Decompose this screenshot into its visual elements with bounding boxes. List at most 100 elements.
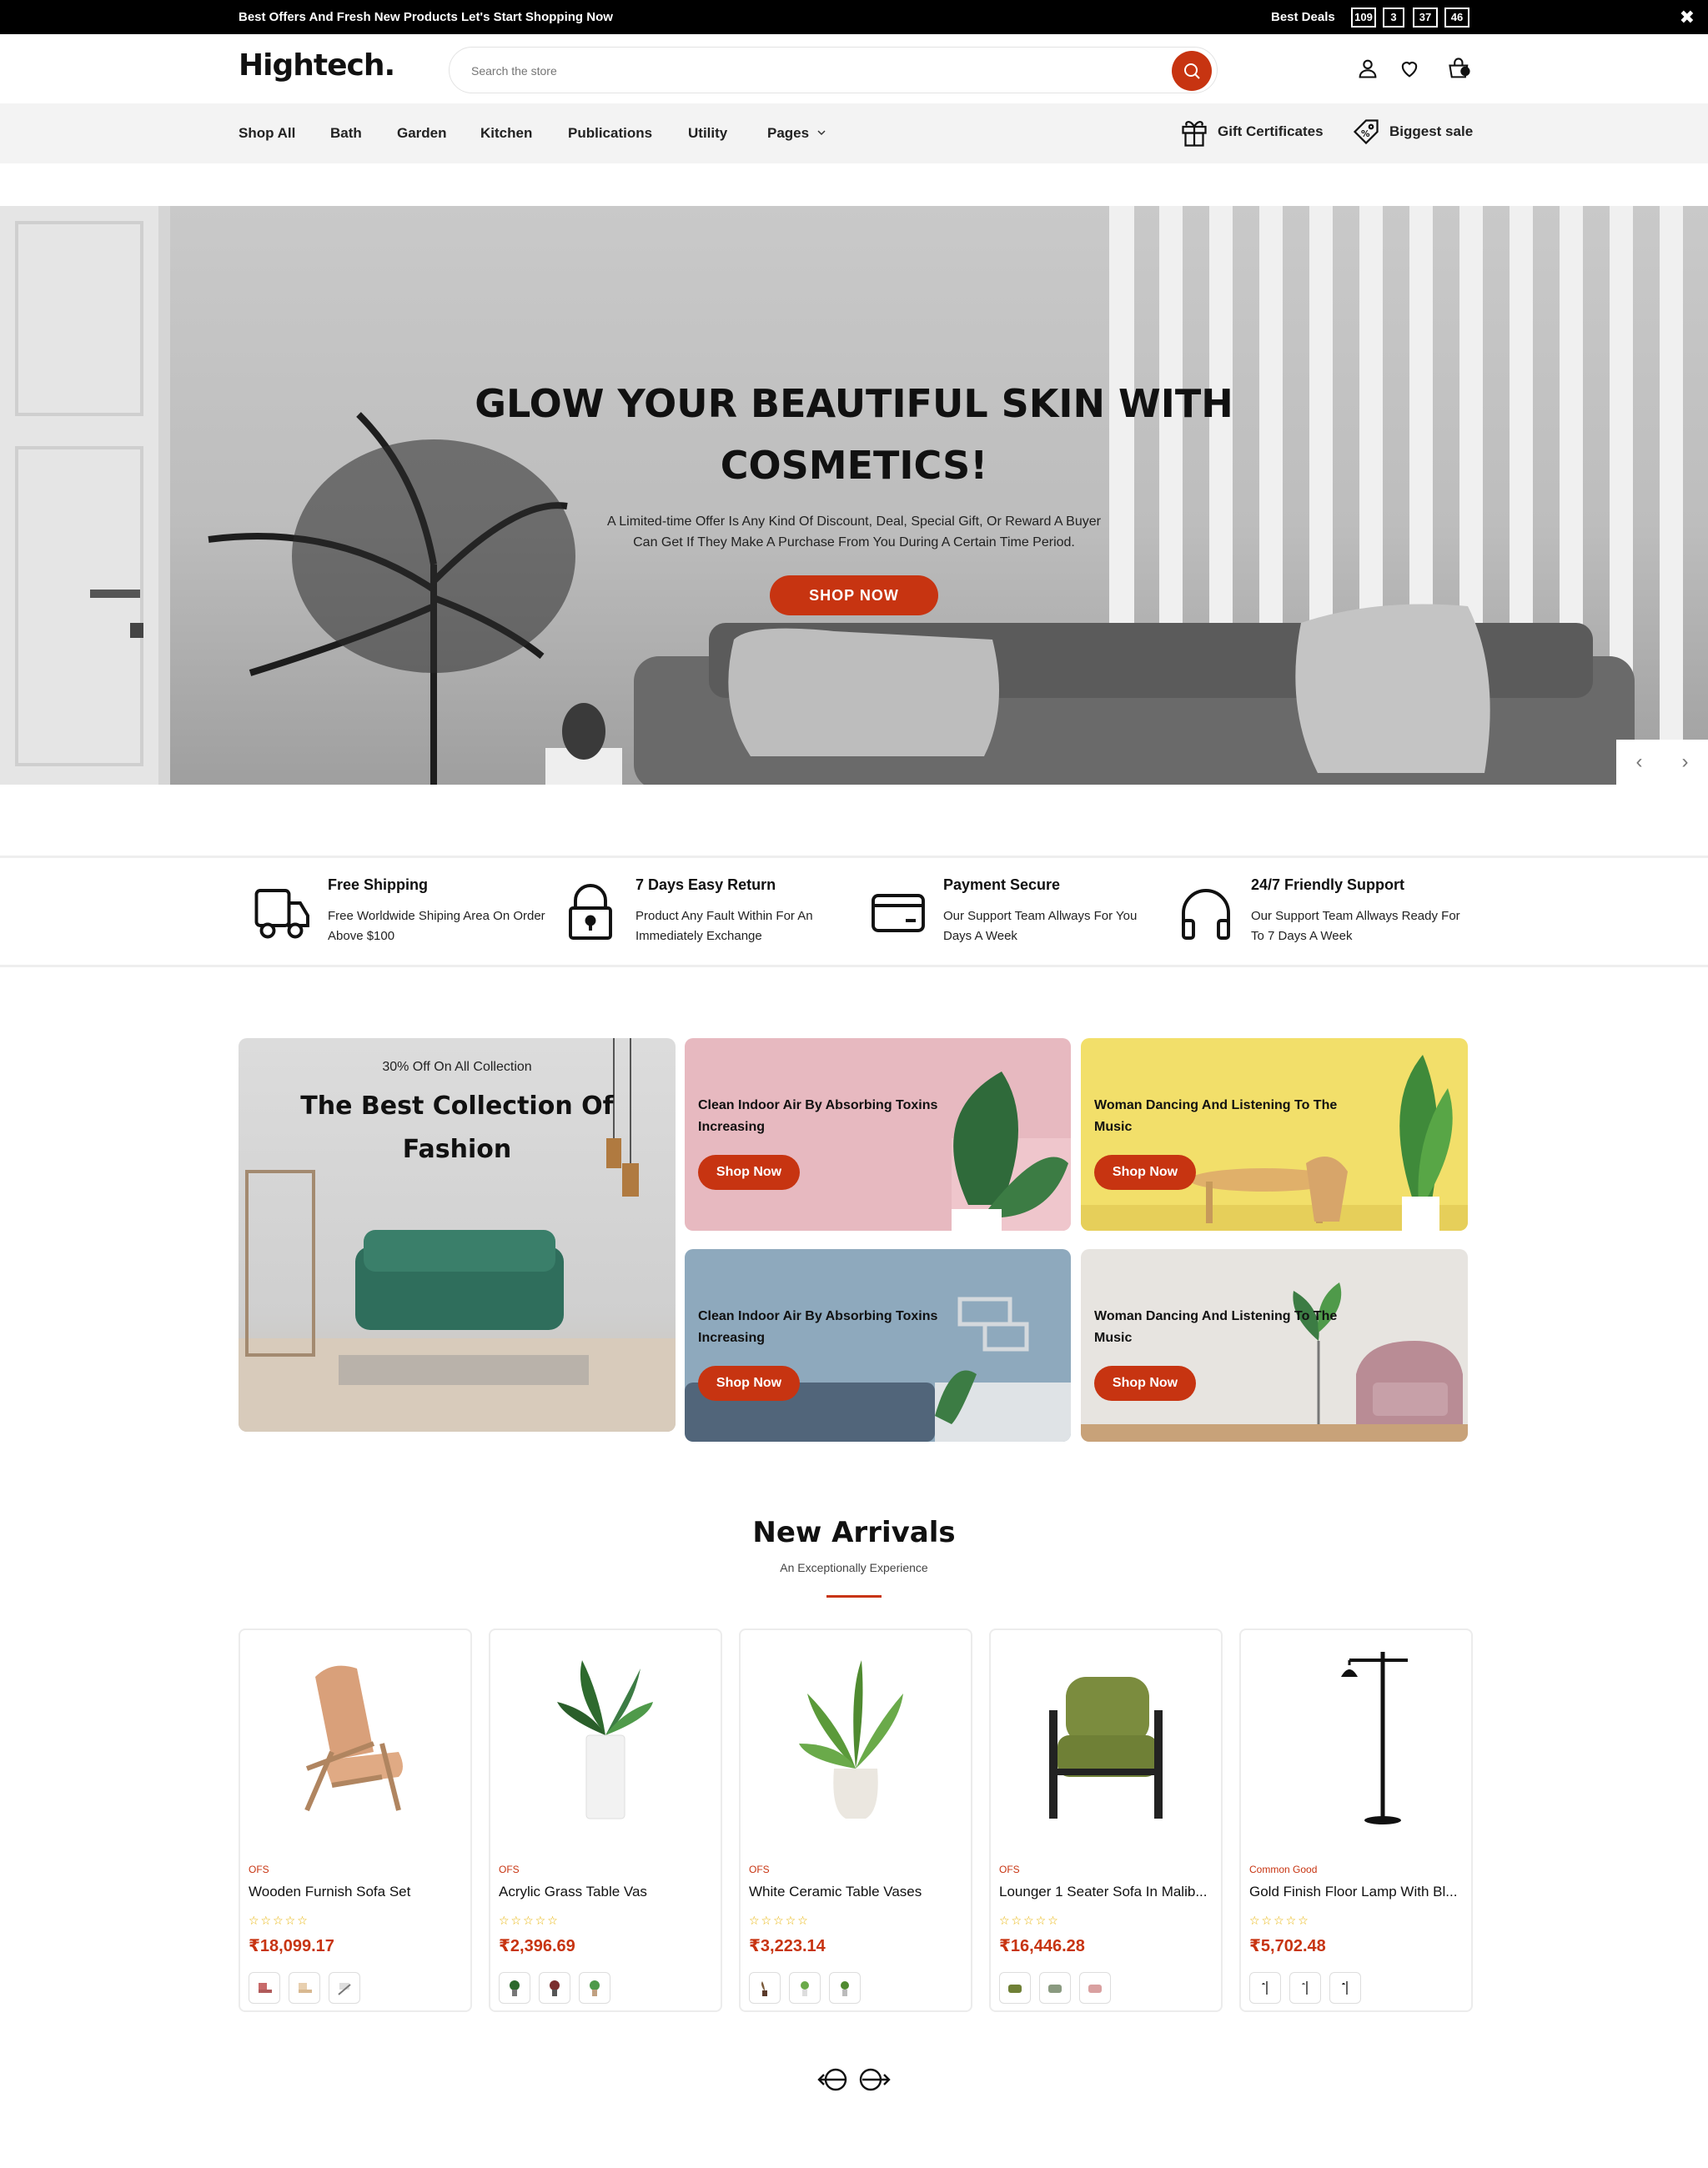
- banner-tile-1[interactable]: Clean Indoor Air By Absorbing Toxins Inc…: [685, 1038, 1071, 1231]
- arrow-left-icon[interactable]: [817, 2068, 847, 2091]
- svg-text:%: %: [1361, 129, 1370, 139]
- biggest-sale-link[interactable]: % Biggest sale: [1351, 115, 1473, 148]
- feature-description: Our Support Team Allways For You Days A …: [943, 909, 1138, 943]
- banner-kicker: 30% Off On All Collection: [382, 1060, 532, 1074]
- variant-swatch[interactable]: [999, 1972, 1031, 2004]
- product-name[interactable]: Acrylic Grass Table Vas: [499, 1884, 716, 1900]
- feature-description: Our Support Team Allways Ready For To 7 …: [1251, 909, 1460, 943]
- hero-title-line-2: COSMETICS!: [720, 443, 988, 488]
- banner-shop-now-button[interactable]: Shop Now: [1094, 1366, 1196, 1401]
- sofa-thumb-icon: [1048, 1985, 1062, 1993]
- banner-main-title-line-2: Fashion: [402, 1135, 512, 1164]
- product-name[interactable]: White Ceramic Table Vases: [749, 1884, 966, 1900]
- chevron-down-icon: [817, 130, 826, 136]
- wishlist-icon[interactable]: [1396, 55, 1423, 82]
- banner-tile-title: Woman Dancing And Listening To The Music: [1094, 1098, 1338, 1134]
- product-card[interactable]: OFS White Ceramic Table Vases ☆☆☆☆☆ ₹3,2…: [739, 1629, 972, 2012]
- chevron-left-icon[interactable]: ‹: [1616, 740, 1662, 785]
- nav-publications[interactable]: Publications: [568, 125, 652, 142]
- variant-swatch[interactable]: [499, 1972, 530, 2004]
- variant-swatch[interactable]: [1249, 1972, 1281, 2004]
- variant-swatch[interactable]: [749, 1972, 781, 2004]
- site-logo[interactable]: Hightech.: [239, 48, 395, 83]
- nav-garden[interactable]: Garden: [397, 125, 447, 142]
- features-strip: Free Shipping Free Worldwide Shiping Are…: [0, 856, 1708, 967]
- product-card[interactable]: OFS Wooden Furnish Sofa Set ☆☆☆☆☆ ₹18,09…: [239, 1629, 472, 2012]
- section-divider: [826, 1595, 882, 1598]
- product-brand: OFS: [999, 1864, 1020, 1875]
- product-image-ceramic-vase: [799, 1660, 903, 1819]
- nav-utility[interactable]: Utility: [688, 125, 727, 142]
- plant-thumb-icon: [801, 1981, 809, 1996]
- variant-swatch[interactable]: [1079, 1972, 1111, 2004]
- feature-description: Product Any Fault Within For An Immediat…: [635, 909, 813, 943]
- banner-main-collection[interactable]: 30% Off On All Collection The Best Colle…: [239, 1038, 676, 1432]
- gift-certificates-link[interactable]: Gift Certificates: [1179, 115, 1324, 148]
- product-price: ₹3,223.14: [749, 1937, 826, 1955]
- search-button[interactable]: [1172, 51, 1212, 91]
- nav-pages[interactable]: Pages: [767, 125, 826, 142]
- product-name[interactable]: Lounger 1 Seater Sofa In Malib...: [999, 1884, 1216, 1900]
- chair-thumb-icon: [259, 1983, 272, 1993]
- hero-title-line-1: GLOW YOUR BEAUTIFUL SKIN WITH: [475, 381, 1233, 426]
- variant-swatch[interactable]: [579, 1972, 610, 2004]
- banner-tile-2[interactable]: Woman Dancing And Listening To The Music…: [1081, 1038, 1468, 1231]
- variant-swatch[interactable]: [789, 1972, 821, 2004]
- banner-main-title-line-1: The Best Collection Of: [300, 1092, 614, 1121]
- feature-description: Free Worldwide Shiping Area On Order Abo…: [328, 909, 545, 943]
- shop-now-button[interactable]: SHOP NOW: [770, 575, 938, 615]
- chair-thumb-icon: [338, 1983, 351, 1995]
- product-card[interactable]: Common Good Gold Finish Floor Lamp With …: [1239, 1629, 1473, 2012]
- lamp-thumb-icon: [1262, 1981, 1268, 1995]
- banner-tile-title: Clean Indoor Air By Absorbing Toxins Inc…: [698, 1098, 938, 1134]
- banner-tile-4[interactable]: Woman Dancing And Listening To The Music…: [1081, 1249, 1468, 1442]
- truck-icon: [254, 889, 309, 939]
- product-card[interactable]: OFS Acrylic Grass Table Vas ☆☆☆☆☆ ₹2,396…: [489, 1629, 722, 2012]
- account-icon[interactable]: [1354, 55, 1381, 82]
- lock-icon: [569, 884, 612, 940]
- cart-icon[interactable]: [1446, 55, 1473, 82]
- product-card[interactable]: OFS Lounger 1 Seater Sofa In Malib... ☆☆…: [989, 1629, 1223, 2012]
- biggest-sale-label: Biggest sale: [1389, 123, 1474, 139]
- rating-stars: ☆☆☆☆☆: [749, 1914, 810, 1927]
- product-price: ₹16,446.28: [999, 1937, 1085, 1955]
- nav-bath[interactable]: Bath: [330, 125, 362, 142]
- headphones-icon: [1182, 889, 1230, 940]
- sofa-thumb-icon: [1008, 1985, 1022, 1993]
- variant-swatch[interactable]: [539, 1972, 570, 2004]
- hero-description-line-2: Can Get If They Make A Purchase From You…: [633, 535, 1075, 550]
- product-brand: OFS: [749, 1864, 770, 1875]
- chevron-right-icon[interactable]: ›: [1662, 740, 1708, 785]
- feature-title: Payment Secure: [943, 876, 1061, 893]
- variant-swatch[interactable]: [1039, 1972, 1071, 2004]
- banner-shop-now-button[interactable]: Shop Now: [698, 1366, 800, 1401]
- variant-swatch[interactable]: [1329, 1972, 1361, 2004]
- gift-certificates-label: Gift Certificates: [1218, 123, 1324, 139]
- product-name[interactable]: Gold Finish Floor Lamp With Bl...: [1249, 1884, 1466, 1900]
- banner-tile-title: Woman Dancing And Listening To The Music: [1094, 1309, 1338, 1345]
- timer-minutes: 37: [1413, 8, 1438, 28]
- product-price: ₹18,099.17: [249, 1937, 334, 1955]
- rating-stars: ☆☆☆☆☆: [1249, 1914, 1310, 1927]
- announcement-bar: Best Offers And Fresh New Products Let's…: [0, 0, 1708, 34]
- variant-swatch[interactable]: [1289, 1972, 1321, 2004]
- nav-kitchen[interactable]: Kitchen: [480, 125, 532, 142]
- banner-shop-now-button[interactable]: Shop Now: [1094, 1155, 1196, 1190]
- search-input[interactable]: [471, 59, 1138, 83]
- arrow-right-icon[interactable]: [859, 2068, 891, 2091]
- search-bar: [449, 47, 1218, 93]
- feature-title: Free Shipping: [328, 876, 429, 893]
- nav-shop-all[interactable]: Shop All: [239, 125, 295, 142]
- banner-tile-3[interactable]: Clean Indoor Air By Absorbing Toxins Inc…: [685, 1249, 1071, 1442]
- close-icon[interactable]: ✖: [1680, 7, 1695, 28]
- variant-swatch[interactable]: [249, 1972, 280, 2004]
- search-icon: [1184, 63, 1200, 79]
- variant-swatch[interactable]: [329, 1972, 360, 2004]
- product-brand: Common Good: [1249, 1864, 1318, 1875]
- variant-swatch[interactable]: [289, 1972, 320, 2004]
- variant-swatch[interactable]: [829, 1972, 861, 2004]
- banner-shop-now-button[interactable]: Shop Now: [698, 1155, 800, 1190]
- product-name[interactable]: Wooden Furnish Sofa Set: [249, 1884, 465, 1900]
- timer-hours: 3: [1383, 8, 1404, 28]
- feature-title: 7 Days Easy Return: [635, 876, 776, 893]
